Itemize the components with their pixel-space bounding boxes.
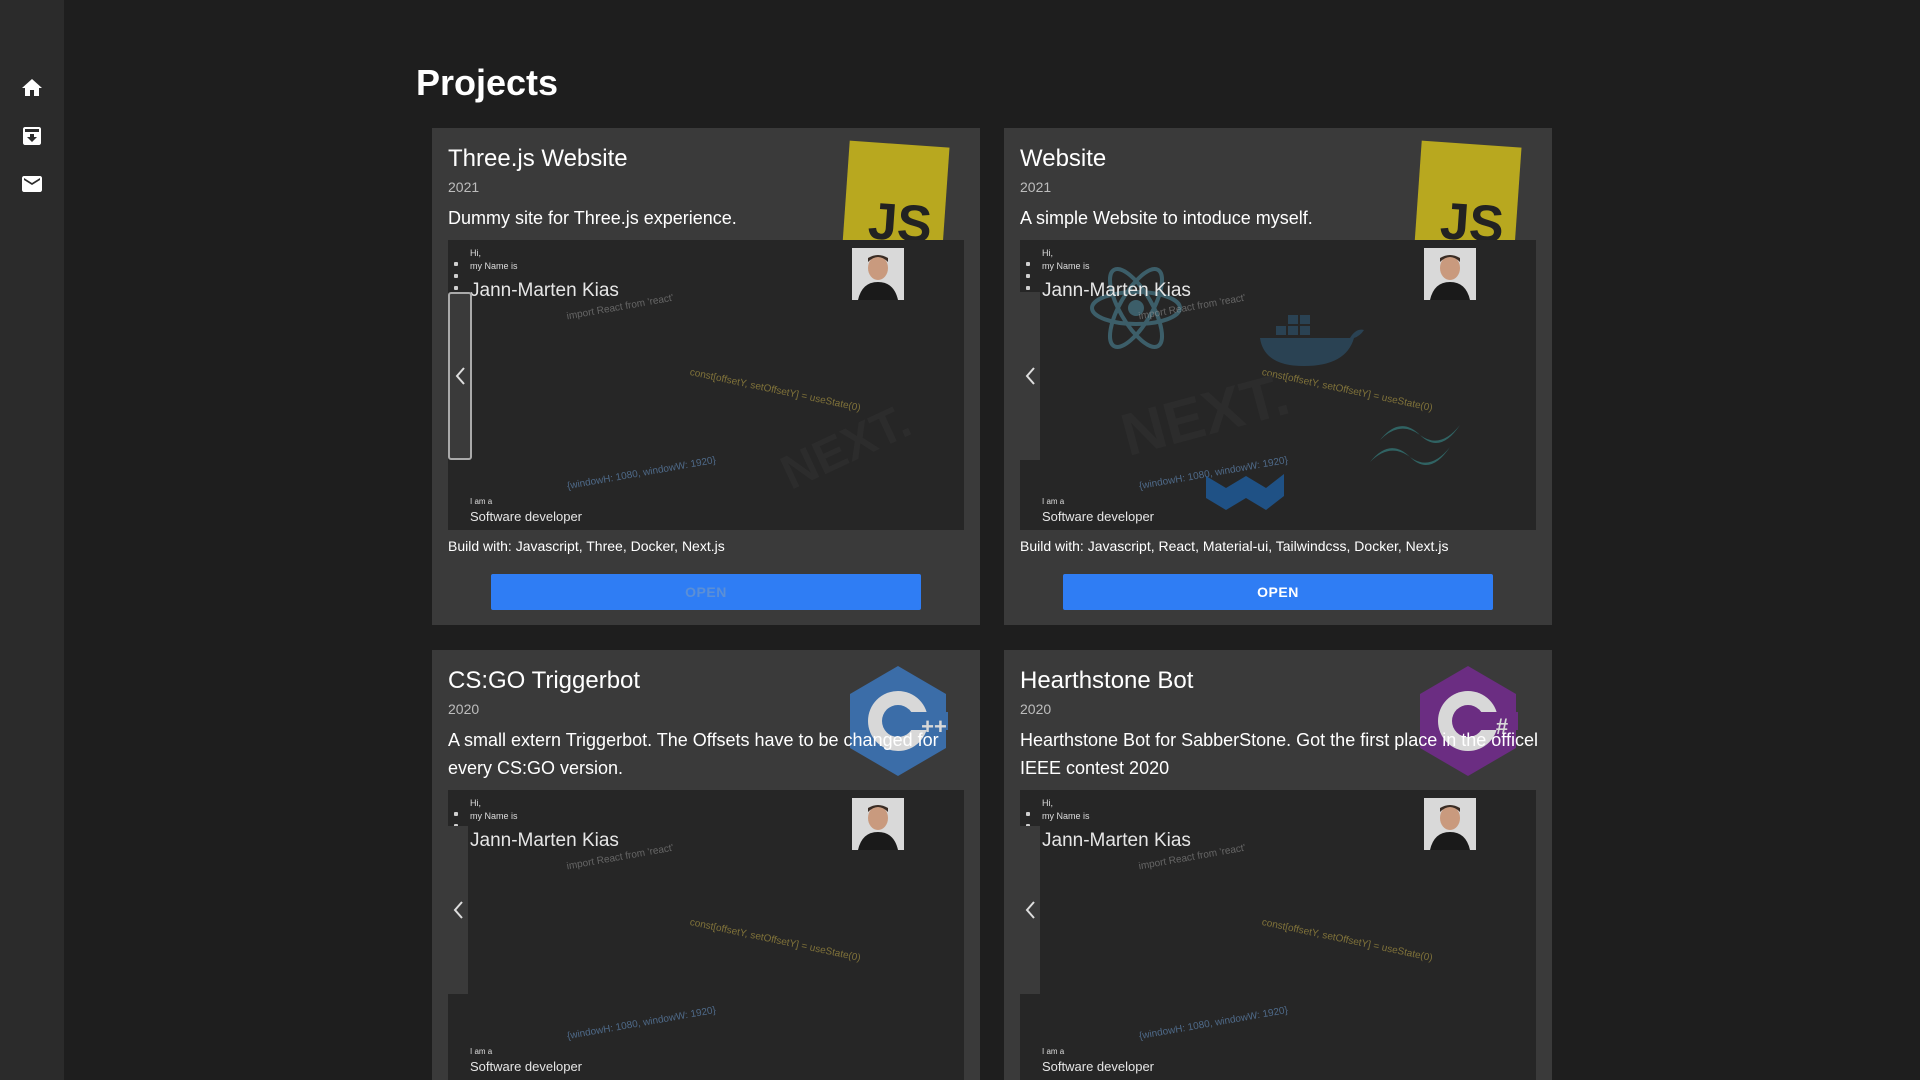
nextjs-logo-text: NEXT. <box>1114 360 1296 469</box>
card-year: 2020 <box>1020 701 1052 717</box>
preview-my-name-is: my Name is <box>470 811 518 821</box>
preview-greeting: Hi, <box>470 248 481 258</box>
code-snippet: const[offsetY, setOffsetY] = useState(0) <box>688 367 862 414</box>
preview-role: Software developer <box>1042 1059 1155 1074</box>
card-year: 2021 <box>448 179 480 195</box>
card-title: Three.js Website <box>448 145 628 172</box>
preview-i-am: I am a <box>1042 1047 1065 1056</box>
project-preview: Hi, my Name is Jann-Marten Kias import R… <box>448 790 964 1080</box>
card-description: Dummy site for Three.js experience. <box>448 208 737 228</box>
project-card: JS Website 2021 A simple Website to into… <box>1004 128 1552 625</box>
code-snippet: {windowH: 1080, windowW: 1920} <box>566 454 717 493</box>
card-title: CS:GO Triggerbot <box>448 667 641 694</box>
project-preview: Hi, my Name is Jann-Marten Kias import R… <box>448 240 964 530</box>
material-ui-logo-icon <box>1206 466 1286 529</box>
docker-logo-icon <box>1256 310 1366 373</box>
preview-i-am: I am a <box>1042 497 1065 506</box>
preview-name: Jann-Marten Kias <box>1042 830 1191 851</box>
project-preview: Hi, my Name is Jann-Marten Kias import R… <box>1020 790 1536 1080</box>
preview-name: Jann-Marten Kias <box>470 280 619 301</box>
preview-my-name-is: my Name is <box>1042 811 1090 821</box>
preview-prev-arrow[interactable] <box>448 292 472 460</box>
open-button[interactable]: OPEN <box>1063 574 1493 610</box>
code-snippet: const[offsetY, setOffsetY] = useState(0) <box>1260 917 1434 964</box>
preview-prev-arrow[interactable] <box>448 826 468 994</box>
project-card: JS Three.js Website 2021 Dummy site for … <box>432 128 980 625</box>
code-snippet: const[offsetY, setOffsetY] = useState(0) <box>688 917 862 964</box>
preview-my-name-is: my Name is <box>470 261 518 271</box>
preview-prev-arrow[interactable] <box>1020 826 1040 994</box>
preview-my-name-is: my Name is <box>1042 261 1090 271</box>
avatar <box>1424 798 1476 850</box>
card-description: A small extern Triggerbot. The Offsets h… <box>448 730 939 778</box>
code-snippet: {windowH: 1080, windowW: 1920} <box>566 1004 717 1043</box>
preview-i-am: I am a <box>470 497 493 506</box>
card-description: Hearthstone Bot for SabberStone. Got the… <box>1020 730 1538 778</box>
tailwind-logo-icon <box>1370 410 1460 473</box>
card-build-with: Build with: Javascript, Three, Docker, N… <box>448 538 725 554</box>
sidebar <box>0 0 64 1080</box>
mail-icon[interactable] <box>16 168 48 200</box>
card-title: Website <box>1020 145 1107 172</box>
card-year: 2021 <box>1020 179 1052 195</box>
preview-role: Software developer <box>470 1059 583 1074</box>
preview-prev-arrow[interactable] <box>1020 292 1040 460</box>
card-title: Hearthstone Bot <box>1020 667 1194 694</box>
avatar <box>1424 248 1476 300</box>
preview-greeting: Hi, <box>1042 798 1053 808</box>
open-button[interactable]: OPEN <box>491 574 921 610</box>
preview-greeting: Hi, <box>1042 248 1053 258</box>
card-year: 2020 <box>448 701 480 717</box>
archive-icon[interactable] <box>16 120 48 152</box>
page-title: Projects <box>416 62 559 103</box>
code-snippet: {windowH: 1080, windowW: 1920} <box>1138 1004 1289 1043</box>
project-preview: Hi, my Name is Jann-Marten Kias import R… <box>1020 240 1536 530</box>
card-description: A simple Website to intoduce myself. <box>1020 208 1313 228</box>
preview-name: Jann-Marten Kias <box>1042 280 1191 301</box>
avatar <box>852 248 904 300</box>
preview-greeting: Hi, <box>470 798 481 808</box>
project-card: ++ CS:GO Triggerbot 2020 A small extern … <box>432 650 980 1080</box>
preview-role: Software developer <box>1042 509 1155 524</box>
preview-name: Jann-Marten Kias <box>470 830 619 851</box>
preview-i-am: I am a <box>470 1047 493 1056</box>
card-build-with: Build with: Javascript, React, Material-… <box>1020 538 1449 554</box>
home-icon[interactable] <box>16 72 48 104</box>
avatar <box>852 798 904 850</box>
preview-role: Software developer <box>470 509 583 524</box>
project-card: # Hearthstone Bot 2020 Hearthstone Bot f… <box>1004 650 1552 1080</box>
